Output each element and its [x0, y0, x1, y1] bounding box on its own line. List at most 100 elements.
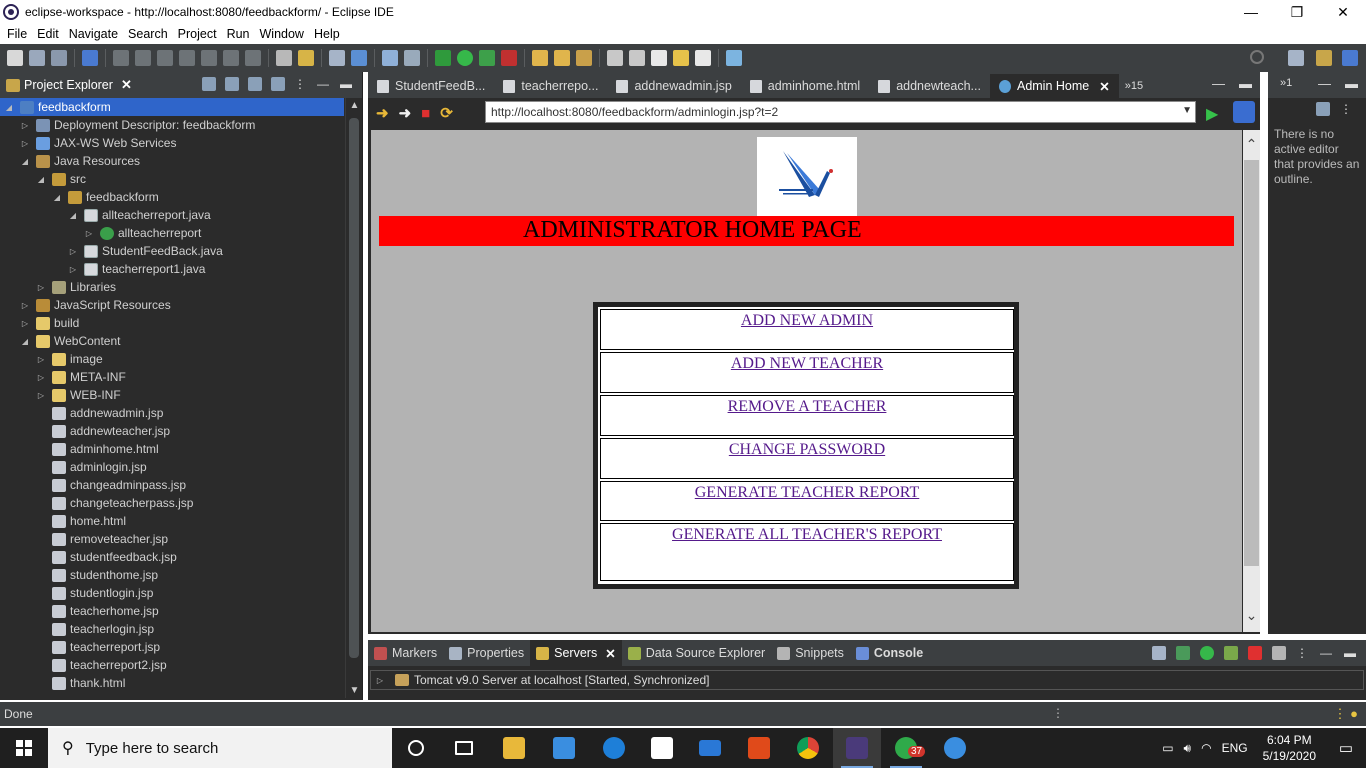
change-password-link[interactable]: CHANGE PASSWORD — [729, 441, 885, 459]
tree-item[interactable]: home.html — [0, 512, 344, 530]
tree-item[interactable]: studentlogin.jsp — [0, 584, 344, 602]
tree-item[interactable]: ▷ META-INF — [0, 368, 344, 386]
tree-item[interactable]: ◢ feedbackform — [0, 188, 344, 206]
tree-item[interactable]: thank.html — [0, 674, 344, 692]
scroll-down-icon[interactable]: ⌄ — [1243, 607, 1260, 624]
step-into-icon[interactable] — [201, 50, 217, 66]
minimize-view-icon[interactable]: — — [1318, 76, 1331, 91]
use-step-filters-icon[interactable] — [298, 50, 314, 66]
drop-to-frame-icon[interactable] — [276, 50, 292, 66]
collapse-all-icon[interactable] — [202, 77, 216, 91]
open-web-browser-icon[interactable] — [382, 50, 398, 66]
tree-item[interactable]: ▷ StudentFeedBack.java — [0, 242, 344, 260]
project-explorer-title[interactable]: Project Explorer — [24, 78, 113, 92]
expanded-arrow-icon[interactable]: ◢ — [52, 193, 62, 202]
new-server-icon[interactable] — [329, 50, 345, 66]
open-task-icon[interactable] — [554, 50, 570, 66]
tree-item[interactable]: removeteacher.jsp — [0, 530, 344, 548]
tree-item[interactable]: ▷ Deployment Descriptor: feedbackform — [0, 116, 344, 134]
link-with-editor-icon[interactable] — [225, 77, 239, 91]
editor-tab[interactable]: addnewadmin.jsp — [607, 74, 740, 98]
save-icon[interactable] — [29, 50, 45, 66]
run-external-icon[interactable] — [501, 50, 517, 66]
lightbulb-icon[interactable]: ⋮ ● — [1334, 706, 1358, 722]
pin-editor-icon[interactable] — [726, 50, 742, 66]
url-input[interactable] — [491, 103, 1171, 121]
new-icon[interactable] — [7, 50, 23, 66]
expanded-arrow-icon[interactable]: ◢ — [4, 103, 14, 112]
collapsed-arrow-icon[interactable]: ▷ — [36, 391, 46, 400]
tree-item[interactable]: teacherlogin.jsp — [0, 620, 344, 638]
tree-item[interactable]: addnewteacher.jsp — [0, 422, 344, 440]
forward-icon[interactable] — [695, 50, 711, 66]
generate-teacher-report-link[interactable]: GENERATE TEACHER REPORT — [695, 484, 920, 502]
open-type-icon[interactable] — [532, 50, 548, 66]
tree-item[interactable]: teacherreport2.jsp — [0, 656, 344, 674]
generate-all-teachers-report-link[interactable]: GENERATE ALL TEACHER'S REPORT — [672, 526, 942, 544]
action-center-icon[interactable]: ▭ — [1326, 739, 1366, 757]
tree-item[interactable]: ◢ feedbackform — [0, 98, 344, 116]
expanded-arrow-icon[interactable]: ◢ — [20, 337, 30, 346]
tab-servers[interactable]: Servers ✕ — [530, 640, 622, 666]
editor-tab[interactable]: addnewteach... — [869, 74, 990, 98]
start-debug-icon[interactable] — [1176, 646, 1190, 660]
start-button[interactable] — [0, 728, 48, 768]
microsoft-store-button[interactable] — [638, 728, 686, 768]
whatsapp-button[interactable]: 37 — [882, 728, 930, 768]
tree-item[interactable]: teacherreport.jsp — [0, 638, 344, 656]
expanded-arrow-icon[interactable]: ◢ — [20, 157, 30, 166]
mail-button[interactable] — [686, 728, 734, 768]
view-menu-icon[interactable]: ⋮ — [294, 77, 308, 91]
tree-item[interactable]: teacherhome.jsp — [0, 602, 344, 620]
eclipse-taskbar-button[interactable] — [833, 728, 881, 768]
url-bar[interactable]: ▼ — [485, 101, 1196, 123]
previous-annotation-icon[interactable] — [629, 50, 645, 66]
clock[interactable]: 6:04 PM 5/19/2020 — [1263, 732, 1316, 764]
tab-snippets[interactable]: Snippets — [771, 640, 850, 666]
expand-icon[interactable]: ▷ — [375, 676, 385, 685]
collapsed-arrow-icon[interactable]: ▷ — [36, 283, 46, 292]
tree-item[interactable]: ▷ JAX-WS Web Services — [0, 134, 344, 152]
coverage-icon[interactable] — [479, 50, 495, 66]
minimize-view-icon[interactable]: — — [317, 77, 331, 91]
tree-item[interactable]: studenthome.jsp — [0, 566, 344, 584]
terminate-icon[interactable] — [157, 50, 173, 66]
collapsed-arrow-icon[interactable]: ▷ — [36, 373, 46, 382]
url-dropdown-icon[interactable]: ▼ — [1182, 105, 1192, 116]
collapsed-arrow-icon[interactable]: ▷ — [20, 121, 30, 130]
disconnect-icon[interactable] — [179, 50, 195, 66]
start-profile-icon[interactable] — [1224, 646, 1238, 660]
wifi-icon[interactable]: ◠ — [1201, 741, 1211, 755]
app-button[interactable] — [931, 728, 979, 768]
tree-item[interactable]: ▷ teacherreport1.java — [0, 260, 344, 278]
collapsed-arrow-icon[interactable]: ▷ — [84, 229, 94, 238]
skip-breakpoints-icon[interactable] — [82, 50, 98, 66]
add-new-admin-link[interactable]: ADD NEW ADMIN — [741, 312, 873, 330]
tree-item[interactable]: adminlogin.jsp — [0, 458, 344, 476]
publish-icon[interactable] — [1272, 646, 1286, 660]
store-button[interactable] — [540, 728, 588, 768]
collapsed-arrow-icon[interactable]: ▷ — [36, 355, 46, 364]
scrollbar-thumb[interactable] — [1244, 160, 1259, 566]
tree-item[interactable]: changeadminpass.jsp — [0, 476, 344, 494]
expanded-arrow-icon[interactable]: ◢ — [36, 175, 46, 184]
collapsed-arrow-icon[interactable]: ▷ — [20, 139, 30, 148]
menu-navigate[interactable]: Navigate — [69, 27, 118, 41]
debug-perspective-icon[interactable] — [1342, 50, 1358, 66]
focus-icon[interactable] — [1316, 102, 1330, 116]
file-explorer-button[interactable] — [490, 728, 538, 768]
view-menu-icon[interactable]: ⋮ — [1296, 646, 1310, 660]
go-icon[interactable]: ▶ — [1206, 104, 1218, 124]
minimize-button[interactable]: — — [1228, 0, 1274, 24]
minimize-view-icon[interactable]: — — [1320, 646, 1334, 660]
new-web-service-icon[interactable] — [351, 50, 367, 66]
close-view-icon[interactable]: ✕ — [121, 77, 132, 93]
menu-file[interactable]: File — [7, 27, 27, 41]
add-new-teacher-link[interactable]: ADD NEW TEACHER — [731, 355, 883, 373]
external-tools-icon[interactable] — [404, 50, 420, 66]
maximize-editor-icon[interactable]: ▬ — [1239, 76, 1252, 91]
remove-teacher-link[interactable]: REMOVE A TEACHER — [728, 398, 887, 416]
outline-overflow-button[interactable]: »1 — [1280, 77, 1292, 89]
more-tabs-button[interactable]: »15 — [1125, 74, 1143, 98]
scroll-up-icon[interactable]: ▲ — [346, 100, 363, 111]
